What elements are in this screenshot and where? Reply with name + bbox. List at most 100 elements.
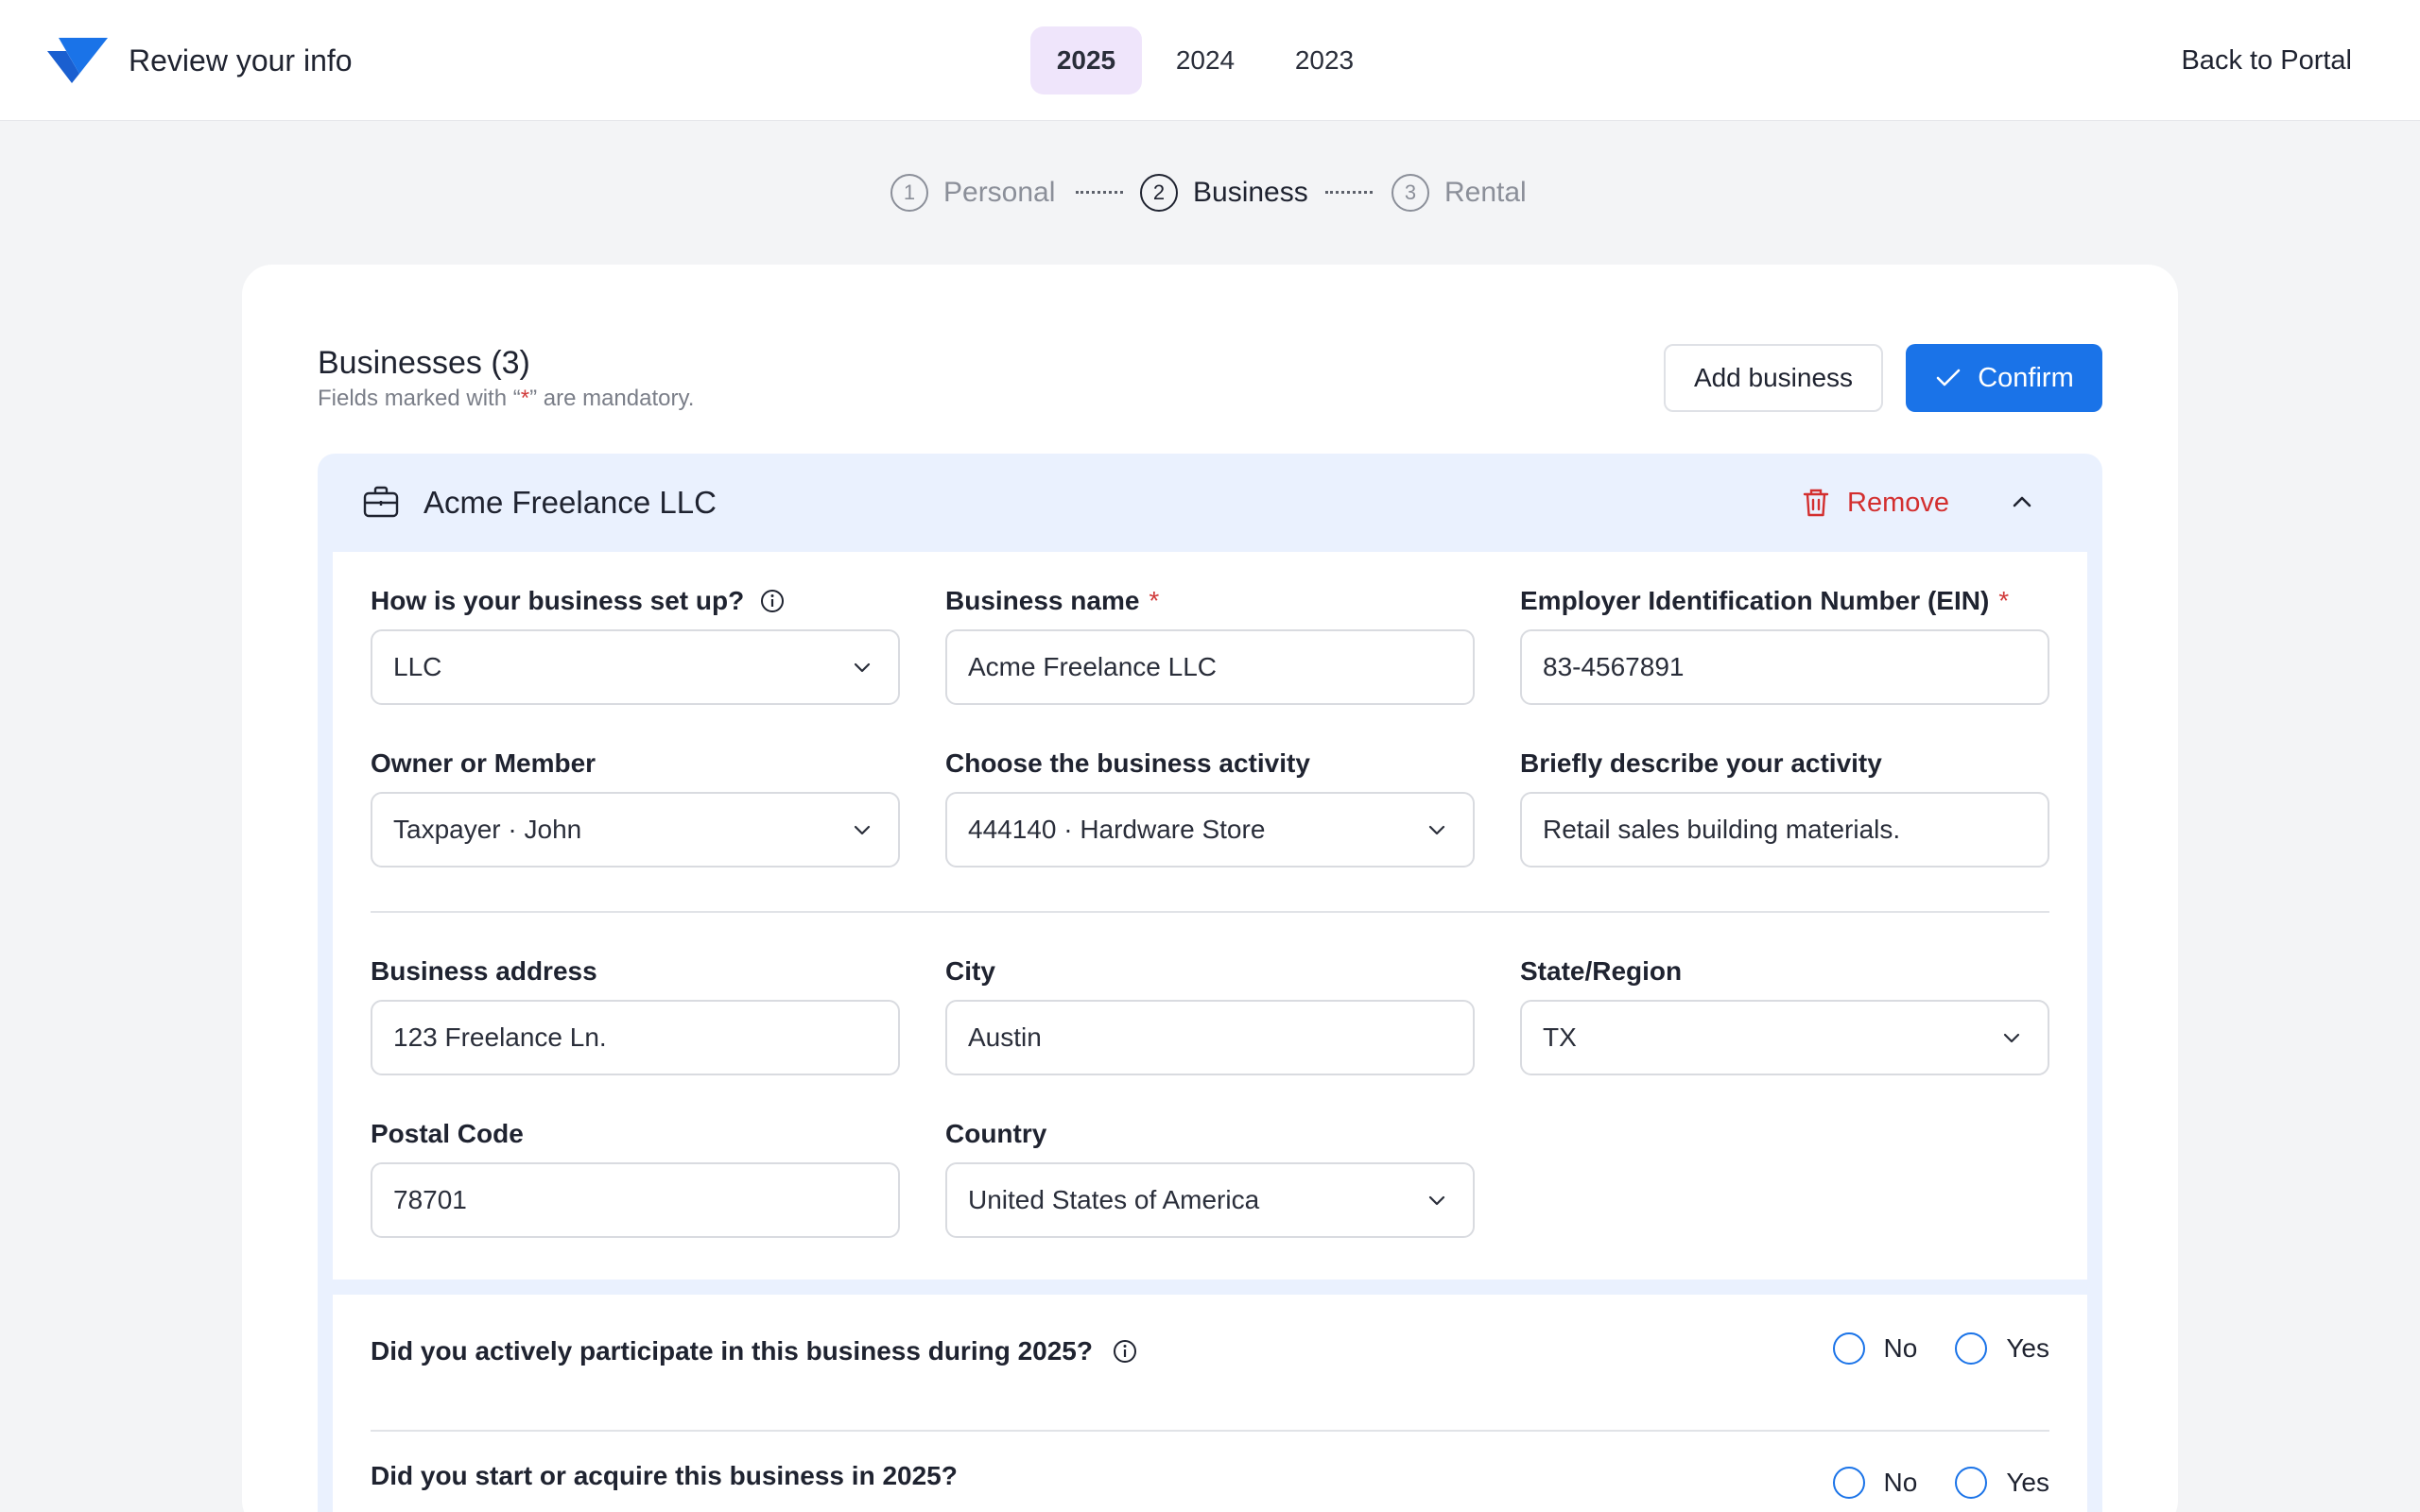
radio-yes[interactable]: Yes bbox=[1955, 1332, 2049, 1365]
step-connector bbox=[1325, 191, 1373, 194]
business-name-value: Acme Freelance LLC bbox=[968, 652, 1218, 681]
address-value: 123 Freelance Ln. bbox=[393, 1022, 607, 1052]
radio-circle bbox=[1955, 1467, 1988, 1499]
tab-year-2023[interactable]: 2023 bbox=[1269, 26, 1380, 94]
remove-label: Remove bbox=[1847, 487, 1949, 518]
chevron-down-icon bbox=[854, 662, 871, 673]
hint-suffix: ” are mandatory. bbox=[529, 386, 695, 411]
business-setup-select[interactable]: LLC bbox=[371, 629, 900, 705]
postal-field: Postal Code 78701 bbox=[371, 1117, 900, 1238]
radio-no[interactable]: No bbox=[1832, 1332, 1918, 1365]
question-start-acquire: Did you start or acquire this business i… bbox=[371, 1448, 2049, 1504]
chevron-up-icon[interactable] bbox=[2006, 486, 2038, 518]
question-divider bbox=[371, 1430, 2049, 1432]
radio-label: Yes bbox=[2006, 1333, 2049, 1363]
radio-circle bbox=[1832, 1467, 1865, 1499]
question-participation: Did you actively participate in this bus… bbox=[371, 1323, 2049, 1380]
year-tabs: 2025 2024 2023 bbox=[1030, 26, 1380, 94]
step-label: Rental bbox=[1444, 177, 1527, 208]
city-input[interactable]: Austin bbox=[945, 1000, 1475, 1075]
state-value: TX bbox=[1543, 1022, 1577, 1052]
mandatory-hint: Fields marked with “*” are mandatory. bbox=[318, 386, 694, 412]
info-icon[interactable] bbox=[1112, 1338, 1138, 1365]
confirm-button[interactable]: Confirm bbox=[1906, 344, 2102, 412]
radio-yes[interactable]: Yes bbox=[1955, 1467, 2049, 1499]
description-label: Briefly describe your activity bbox=[1520, 748, 1882, 778]
description-input[interactable]: Retail sales building materials. bbox=[1520, 792, 2049, 868]
step-number: 2 bbox=[1140, 174, 1178, 212]
step-label: Business bbox=[1193, 177, 1308, 208]
step-personal[interactable]: 1 Personal bbox=[890, 170, 1055, 215]
country-field: Country United States of America bbox=[945, 1117, 1475, 1238]
hint-star: * bbox=[520, 386, 530, 411]
radio-circle bbox=[1832, 1332, 1865, 1365]
field-label-row: How is your business set up? bbox=[371, 584, 900, 618]
city-field: City Austin bbox=[945, 954, 1475, 1075]
question-text-row: Did you start or acquire this business i… bbox=[371, 1459, 958, 1493]
owner-label: Owner or Member bbox=[371, 748, 596, 778]
trash-icon bbox=[1803, 489, 1829, 517]
question-text: Did you actively participate in this bus… bbox=[371, 1336, 1093, 1366]
state-label: State/Region bbox=[1520, 956, 1683, 986]
postal-value: 78701 bbox=[393, 1185, 467, 1214]
description-value: Retail sales building materials. bbox=[1543, 815, 1901, 844]
state-select[interactable]: TX bbox=[1520, 1000, 2049, 1075]
confirm-label: Confirm bbox=[1978, 363, 2074, 393]
owner-select[interactable]: Taxpayer · John bbox=[371, 792, 900, 868]
ein-input[interactable]: 83-4567891 bbox=[1520, 629, 2049, 705]
address-input[interactable]: 123 Freelance Ln. bbox=[371, 1000, 900, 1075]
tab-year-2024[interactable]: 2024 bbox=[1150, 26, 1261, 94]
app-title: Review your info bbox=[129, 43, 353, 77]
country-select[interactable]: United States of America bbox=[945, 1162, 1475, 1238]
business-name-input[interactable]: Acme Freelance LLC bbox=[945, 629, 1475, 705]
business-setup-field: How is your business set up? LLC bbox=[371, 584, 900, 705]
chevron-down-icon bbox=[854, 825, 871, 835]
question-text-row: Did you actively participate in this bus… bbox=[371, 1334, 1138, 1368]
radio-label: No bbox=[1883, 1333, 1918, 1363]
field-label-row: City bbox=[945, 954, 1475, 988]
postal-input[interactable]: 78701 bbox=[371, 1162, 900, 1238]
field-label-row: Briefly describe your activity bbox=[1520, 747, 2049, 781]
business-name-label: Business name bbox=[945, 586, 1140, 615]
businesses-card: Businesses (3) Fields marked with “*” ar… bbox=[242, 265, 2178, 1512]
country-label: Country bbox=[945, 1119, 1047, 1148]
step-number: 3 bbox=[1392, 174, 1429, 212]
hint-prefix: Fields marked with “ bbox=[318, 386, 521, 411]
radio-group: No Yes bbox=[1832, 1467, 2049, 1499]
radio-group: No Yes bbox=[1832, 1332, 2049, 1365]
activity-select[interactable]: 444140 · Hardware Store bbox=[945, 792, 1475, 868]
address-label: Business address bbox=[371, 956, 597, 986]
step-connector bbox=[1076, 191, 1123, 194]
chevron-down-icon bbox=[1428, 825, 1445, 835]
business-accordion-header[interactable]: Acme Freelance LLC Remove bbox=[318, 454, 2102, 552]
owner-value: Taxpayer · John bbox=[393, 815, 582, 844]
radio-no[interactable]: No bbox=[1832, 1467, 1918, 1499]
step-rental[interactable]: 3 Rental bbox=[1392, 170, 1527, 215]
address-field: Business address 123 Freelance Ln. bbox=[371, 954, 900, 1075]
business-name-field: Business name * Acme Freelance LLC bbox=[945, 584, 1475, 705]
briefcase-icon bbox=[363, 486, 399, 518]
activity-field: Choose the business activity 444140 · Ha… bbox=[945, 747, 1475, 868]
activity-value: 444140 · Hardware Store bbox=[968, 815, 1266, 844]
info-icon[interactable] bbox=[759, 588, 786, 614]
app-logo-icon bbox=[47, 38, 108, 83]
step-business[interactable]: 2 Business bbox=[1140, 170, 1308, 215]
back-to-portal-link[interactable]: Back to Portal bbox=[2181, 38, 2352, 83]
top-bar: Review your info 2025 2024 2023 Back to … bbox=[0, 0, 2420, 121]
remove-business-button[interactable]: Remove bbox=[1802, 482, 1949, 524]
activity-label: Choose the business activity bbox=[945, 748, 1310, 778]
business-setup-label: How is your business set up? bbox=[371, 586, 745, 615]
add-business-button[interactable]: Add business bbox=[1664, 344, 1883, 412]
tab-year-2025[interactable]: 2025 bbox=[1030, 26, 1142, 94]
required-marker: * bbox=[1998, 586, 2010, 615]
field-label-row: Employer Identification Number (EIN) * bbox=[1520, 584, 2049, 618]
step-label: Personal bbox=[943, 177, 1056, 208]
field-label-row: State/Region bbox=[1520, 954, 2049, 988]
chevron-down-icon bbox=[2003, 1033, 2020, 1043]
section-title: Businesses (3) bbox=[318, 345, 530, 381]
form-divider bbox=[371, 911, 2049, 913]
business-name-heading: Acme Freelance LLC bbox=[424, 485, 717, 520]
stepper: 1 Personal 2 Business 3 Rental bbox=[0, 170, 2420, 215]
radio-label: No bbox=[1883, 1468, 1918, 1497]
business-accordion: Acme Freelance LLC Remove How is your bu… bbox=[318, 454, 2102, 1512]
